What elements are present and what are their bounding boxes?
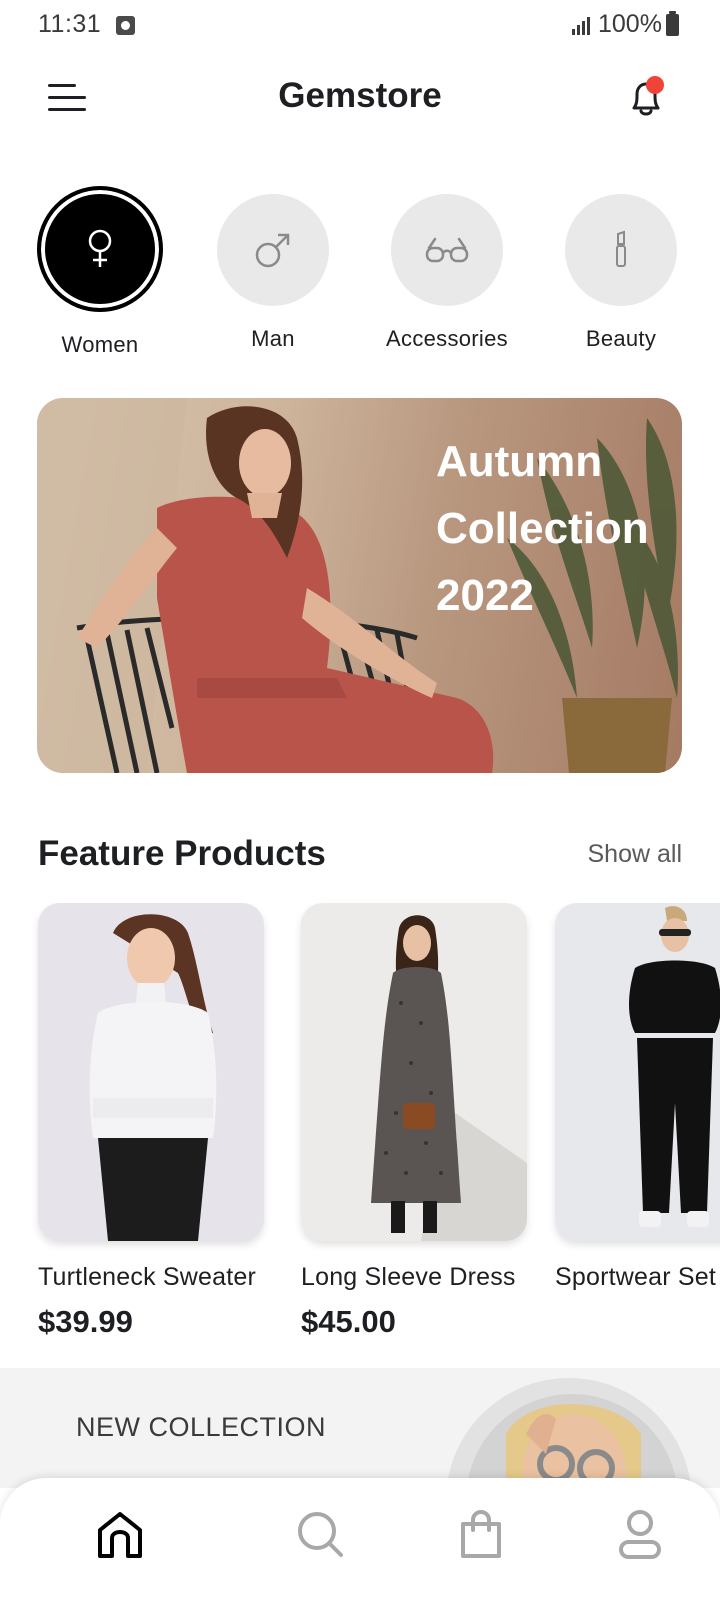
app-notification-icon (116, 16, 135, 35)
promo-banner[interactable]: Autumn Collection 2022 (37, 398, 682, 773)
product-price: $39.99 (38, 1304, 133, 1339)
app-header: Gemstore (0, 62, 720, 138)
product-photo-dress (371, 915, 527, 1241)
battery-percent: 100% (598, 10, 662, 38)
category-label: Accessories (386, 326, 508, 351)
nav-cart[interactable] (451, 1504, 511, 1564)
product-name: Long Sleeve Dress (301, 1263, 516, 1291)
category-list: Women Man Accessories Beauty (0, 186, 720, 366)
product-photo-turtleneck (89, 914, 217, 1241)
nav-profile[interactable] (610, 1504, 670, 1564)
new-collection-banner[interactable]: NEW COLLECTION (0, 1368, 720, 1488)
product-card[interactable]: Long Sleeve Dress $45.00 (301, 903, 527, 1340)
category-circle (565, 194, 677, 306)
lipstick-icon (616, 230, 626, 267)
product-price: $45.00 (301, 1304, 396, 1339)
feature-products-header: Feature Products Show all (38, 834, 682, 884)
product-image (38, 903, 264, 1241)
category-label: Beauty (585, 326, 657, 351)
male-symbol-icon (255, 233, 290, 268)
nav-search[interactable] (290, 1504, 350, 1564)
category-circle (217, 194, 329, 306)
product-name: Turtleneck Sweater (38, 1263, 257, 1291)
category-accessories[interactable]: Accessories (372, 186, 522, 352)
new-collection-label: NEW COLLECTION (76, 1412, 327, 1442)
category-man[interactable]: Man (198, 186, 348, 352)
home-icon (98, 1512, 142, 1558)
app-title: Gemstore (278, 76, 442, 115)
section-title: Feature Products (38, 834, 326, 873)
battery-icon (666, 11, 679, 36)
female-symbol-icon (88, 229, 112, 267)
glasses-icon (425, 237, 469, 263)
category-circle (37, 186, 163, 312)
product-image (555, 903, 720, 1241)
product-photo-sportwear (629, 906, 720, 1227)
bottom-navigation (0, 1478, 720, 1600)
banner-title: Autumn Collection 2022 (436, 437, 649, 620)
signal-icon (572, 17, 590, 35)
notification-dot (646, 76, 664, 94)
show-all-link[interactable]: Show all (588, 840, 683, 869)
product-name: Sportwear Set (555, 1263, 717, 1291)
profile-icon (619, 1510, 661, 1559)
product-card[interactable]: Turtleneck Sweater $39.99 (38, 903, 264, 1340)
bell-icon (632, 82, 660, 116)
category-beauty[interactable]: Beauty (546, 186, 696, 352)
category-label: Women (61, 332, 139, 357)
shopping-bag-icon (461, 1509, 501, 1558)
notification-button[interactable] (620, 72, 672, 124)
status-bar: 11:31 100% (0, 0, 720, 52)
product-card[interactable]: Sportwear Set (555, 903, 720, 1304)
search-icon (298, 1512, 343, 1557)
category-circle (391, 194, 503, 306)
nav-home[interactable] (90, 1504, 150, 1564)
category-women[interactable]: Women (25, 186, 175, 358)
status-time: 11:31 (38, 10, 102, 38)
product-carousel[interactable]: Turtleneck Sweater $39.99 Long Sleeve Dr… (0, 903, 720, 1343)
product-image (301, 903, 527, 1241)
category-label: Man (251, 326, 295, 351)
